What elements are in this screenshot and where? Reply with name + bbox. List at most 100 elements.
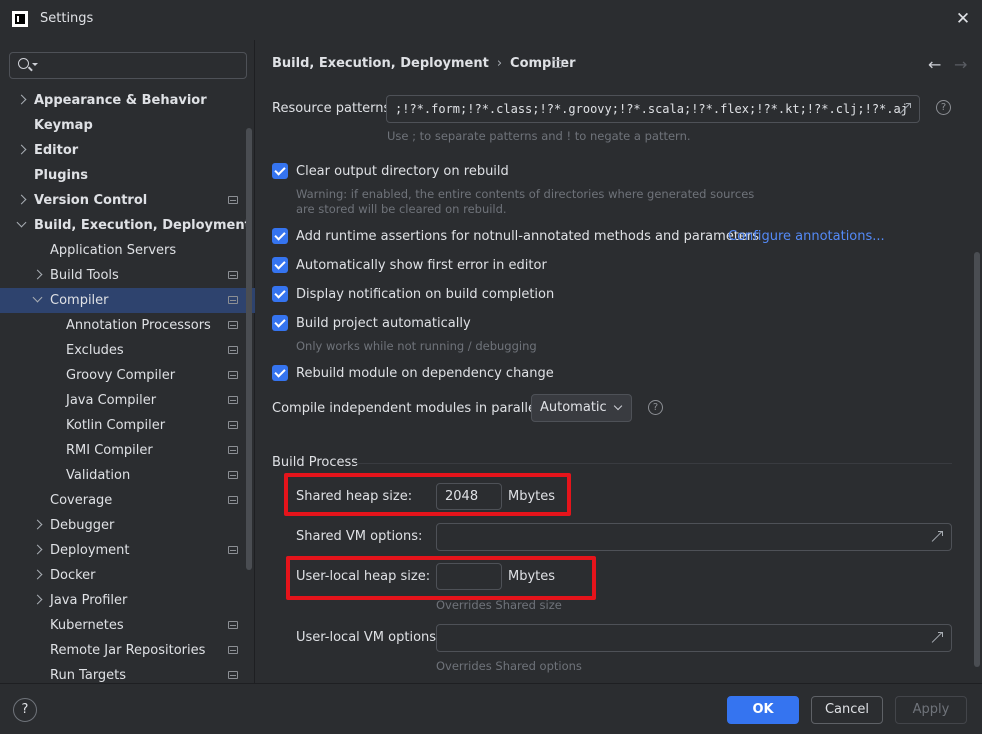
sidebar-item-kubernetes[interactable]: Kubernetes [0, 613, 255, 638]
ok-button[interactable]: OK [727, 696, 799, 724]
expand-icon[interactable] [898, 103, 911, 115]
sidebar-item-keymap[interactable]: Keymap [0, 113, 255, 138]
sidebar-item-excludes[interactable]: Excludes [0, 338, 255, 363]
compiler-settings-panel: Build, Execution, Deployment › Compiler ← … [256, 40, 982, 683]
sidebar-scrollbar[interactable] [246, 128, 252, 570]
breadcrumb-current: Compiler [510, 56, 576, 71]
sidebar-item-deployment[interactable]: Deployment [0, 538, 255, 563]
sidebar-item-editor[interactable]: Editor [0, 138, 255, 163]
sidebar-item-version-control[interactable]: Version Control [0, 188, 255, 213]
clear-output-checkbox[interactable] [272, 163, 288, 179]
project-scope-icon [228, 646, 238, 654]
settings-tree: Appearance & Behavior Keymap Editor Plugins… [0, 88, 255, 688]
breadcrumb-parent[interactable]: Build, Execution, Deployment [272, 56, 489, 71]
sidebar-item-remote-jar-repositories[interactable]: Remote Jar Repositories [0, 638, 255, 663]
project-scope-icon [228, 396, 238, 404]
project-scope-icon [228, 671, 238, 679]
sidebar-item-label: Annotation Processors [66, 318, 211, 333]
chevron-right-icon[interactable] [16, 194, 27, 205]
build-automatically-checkbox[interactable] [272, 315, 288, 331]
sidebar-item-build-tools[interactable]: Build Tools [0, 263, 255, 288]
sidebar-item-label: Version Control [34, 193, 148, 208]
shared-vm-input[interactable] [436, 523, 952, 551]
build-automatically-hint: Only works while not running / debugging [296, 339, 537, 353]
sidebar-item-kotlin-compiler[interactable]: Kotlin Compiler [0, 413, 255, 438]
project-scope-icon [228, 196, 238, 204]
sidebar-item-docker[interactable]: Docker [0, 563, 255, 588]
sidebar-item-java-compiler[interactable]: Java Compiler [0, 388, 255, 413]
sidebar-item-label: Debugger [50, 518, 115, 533]
local-vm-expand-icon[interactable] [930, 632, 943, 644]
sidebar-item-label: Remote Jar Repositories [50, 643, 206, 658]
configure-annotations-link[interactable]: Configure annotations... [728, 229, 885, 244]
sidebar-item-java-profiler[interactable]: Java Profiler [0, 588, 255, 613]
resource-patterns-input[interactable]: ;!?*.form;!?*.class;!?*.groovy;!?*.scala… [386, 95, 920, 123]
project-scope-icon [228, 271, 238, 279]
show-first-error-label[interactable]: Automatically show first error in editor [296, 258, 547, 273]
help-icon[interactable]: ? [936, 100, 951, 115]
runtime-assertions-label[interactable]: Add runtime assertions for notnull-annot… [296, 229, 759, 244]
window-title: Settings [40, 11, 94, 26]
chevron-down-icon[interactable] [32, 292, 43, 303]
parallel-compile-dropdown[interactable]: Automatic [531, 394, 632, 422]
resource-patterns-hint: Use ; to separate patterns and ! to nega… [387, 129, 691, 143]
chevron-right-icon[interactable] [32, 594, 43, 605]
sidebar-item-label: Docker [50, 568, 96, 583]
search-options-chevron-icon[interactable] [32, 63, 38, 66]
sidebar-item-compiler[interactable]: Compiler [0, 288, 255, 313]
project-scope-icon [228, 546, 238, 554]
chevron-down-icon [613, 401, 623, 411]
parallel-help-icon[interactable]: ? [648, 400, 663, 415]
back-arrow-icon[interactable]: ← [928, 55, 941, 74]
sidebar-item-label: Deployment [50, 543, 130, 558]
chevron-right-icon[interactable] [16, 94, 27, 105]
runtime-assertions-checkbox[interactable] [272, 228, 288, 244]
close-icon[interactable]: ✕ [954, 10, 972, 28]
sidebar-item-label: Java Profiler [50, 593, 128, 608]
cancel-button[interactable]: Cancel [811, 696, 883, 724]
sidebar-item-label: Kubernetes [50, 618, 124, 633]
help-button[interactable]: ? [13, 698, 37, 722]
local-vm-hint: Overrides Shared options [436, 659, 582, 673]
chevron-right-icon[interactable] [32, 519, 43, 530]
sidebar-item-rmi-compiler[interactable]: RMI Compiler [0, 438, 255, 463]
chevron-right-icon[interactable] [32, 269, 43, 280]
sidebar-item-label: Groovy Compiler [66, 368, 176, 383]
forward-arrow-icon[interactable]: → [954, 55, 967, 74]
rebuild-module-label[interactable]: Rebuild module on dependency change [296, 366, 554, 381]
sidebar-item-label: Excludes [66, 343, 124, 358]
sidebar-item-build-execution-deployment[interactable]: Build, Execution, Deployment [0, 213, 255, 238]
build-automatically-label[interactable]: Build project automatically [296, 316, 471, 331]
section-divider [356, 463, 952, 464]
rebuild-module-checkbox[interactable] [272, 365, 288, 381]
apply-button[interactable]: Apply [895, 696, 967, 724]
notify-completion-label[interactable]: Display notification on build completion [296, 287, 554, 302]
show-first-error-checkbox[interactable] [272, 257, 288, 273]
sidebar-item-validation[interactable]: Validation [0, 463, 255, 488]
search-input[interactable] [9, 52, 247, 79]
sidebar-item-label: Java Compiler [66, 393, 157, 408]
parallel-compile-value: Automatic [540, 400, 607, 415]
main-scrollbar[interactable] [974, 252, 980, 667]
sidebar-item-label: Build Tools [50, 268, 119, 283]
sidebar-item-coverage[interactable]: Coverage [0, 488, 255, 513]
shared-vm-expand-icon[interactable] [930, 531, 943, 543]
clear-output-warning-line1: Warning: if enabled, the entire contents… [296, 187, 755, 201]
sidebar-item-application-servers[interactable]: Application Servers [0, 238, 255, 263]
build-process-title: Build Process [272, 455, 359, 470]
sidebar-item-appearance-behavior[interactable]: Appearance & Behavior [0, 88, 255, 113]
sidebar-item-debugger[interactable]: Debugger [0, 513, 255, 538]
sidebar-item-label: Editor [34, 143, 79, 158]
local-vm-input[interactable] [436, 624, 952, 652]
sidebar-item-plugins[interactable]: Plugins [0, 163, 255, 188]
parallel-compile-label: Compile independent modules in parallel: [272, 401, 544, 416]
chevron-right-icon[interactable] [16, 144, 27, 155]
notify-completion-checkbox[interactable] [272, 286, 288, 302]
sidebar-item-annotation-processors[interactable]: Annotation Processors [0, 313, 255, 338]
chevron-down-icon[interactable] [16, 217, 27, 228]
local-heap-hint: Overrides Shared size [436, 598, 562, 612]
sidebar-item-groovy-compiler[interactable]: Groovy Compiler [0, 363, 255, 388]
chevron-right-icon[interactable] [32, 544, 43, 555]
clear-output-label[interactable]: Clear output directory on rebuild [296, 164, 509, 179]
chevron-right-icon[interactable] [32, 569, 43, 580]
